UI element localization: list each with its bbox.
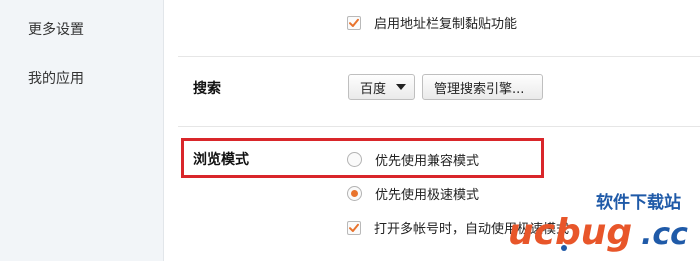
settings-sidebar: 更多设置 我的应用	[0, 0, 164, 261]
speed-mode-label: 优先使用极速模式	[375, 188, 480, 203]
speed-mode-option[interactable]: 优先使用极速模式	[347, 184, 479, 203]
multi-account-label: 打开多帐号时，自动使用极速模式	[374, 222, 570, 237]
compat-mode-radio[interactable]	[347, 152, 362, 167]
search-engine-dropdown[interactable]: 百度	[348, 74, 415, 100]
browse-mode-section-title: 浏览模式	[193, 152, 249, 168]
section-divider	[178, 126, 700, 127]
compat-mode-option[interactable]: 优先使用兼容模式	[347, 150, 479, 169]
paste-checkbox[interactable]	[347, 15, 361, 30]
settings-main: 启用地址栏复制黏贴功能 搜索 百度 管理搜索引擎... 浏览模式 优先使用兼容模…	[164, 0, 700, 261]
section-divider	[178, 56, 700, 57]
paste-option-row[interactable]: 启用地址栏复制黏贴功能	[347, 13, 517, 32]
radio-selected-dot	[351, 190, 358, 197]
dropdown-arrow-icon	[396, 84, 407, 90]
checkmark-icon	[349, 18, 359, 27]
search-engine-value: 百度	[360, 81, 387, 97]
sidebar-item-my-apps[interactable]: 我的应用	[28, 68, 84, 88]
paste-option-label: 启用地址栏复制黏贴功能	[374, 17, 518, 32]
checkmark-icon	[349, 223, 359, 232]
multi-account-checkbox[interactable]	[347, 220, 361, 235]
compat-mode-label: 优先使用兼容模式	[375, 154, 480, 169]
speed-mode-radio[interactable]	[347, 186, 362, 201]
sidebar-item-more-settings[interactable]: 更多设置	[28, 19, 84, 39]
manage-search-engines-button[interactable]: 管理搜索引擎...	[422, 74, 543, 100]
manage-search-engines-label: 管理搜索引擎...	[434, 81, 525, 97]
multi-account-option[interactable]: 打开多帐号时，自动使用极速模式	[347, 218, 569, 237]
search-section-title: 搜索	[193, 81, 221, 97]
